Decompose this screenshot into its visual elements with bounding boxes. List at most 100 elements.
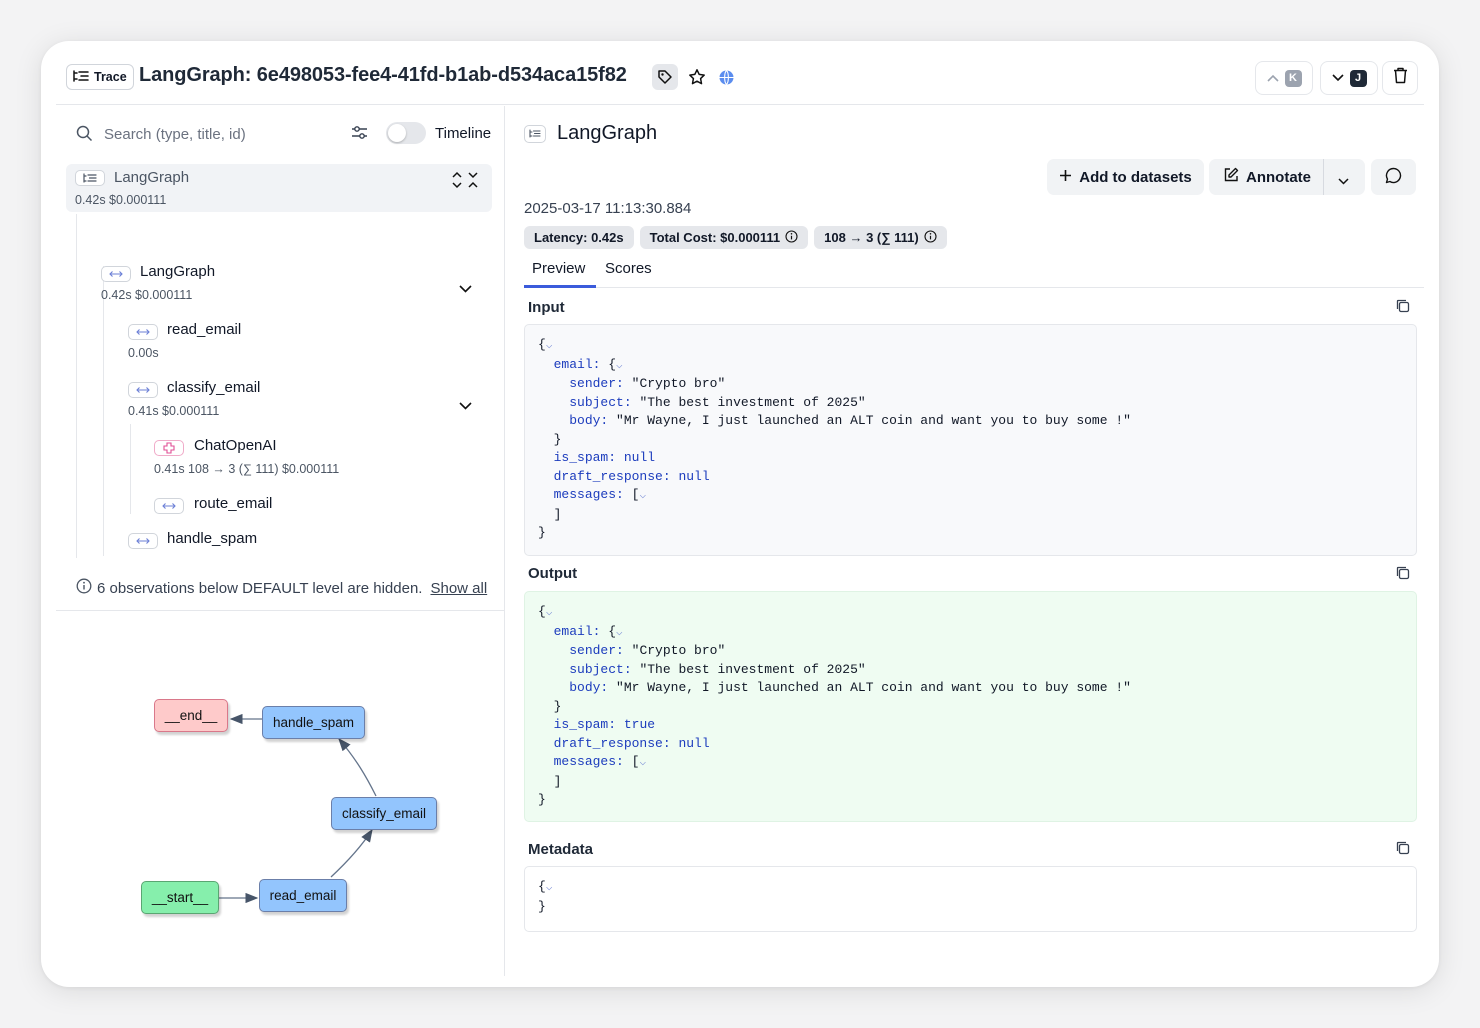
filter-settings-icon[interactable]	[351, 125, 368, 145]
copy-icon[interactable]	[1396, 566, 1410, 585]
trace-list-icon	[75, 170, 105, 186]
search-input[interactable]	[104, 122, 334, 146]
trace-title: LangGraph: 6e498053-fee4-41fd-b1ab-d534a…	[139, 64, 627, 86]
observation-detail-panel: LangGraph Add to datasets Annotate 2025-…	[506, 106, 1424, 976]
tree-item-meta: 0.42s $0.000111	[101, 288, 193, 302]
observation-tree-panel: Timeline LangGraph 0.42s $0.000111 LangG…	[56, 106, 505, 976]
span-arrows-icon	[128, 382, 158, 398]
input-subject: "The best investment of 2025"	[639, 394, 866, 410]
graph-node-handle-spam[interactable]: handle_spam	[262, 706, 365, 739]
trace-type-badge: Trace	[66, 64, 134, 90]
add-to-datasets-label: Add to datasets	[1079, 168, 1192, 186]
input-body: "Mr Wayne, I just launched an ALT coin a…	[616, 413, 1131, 428]
graph-node-classify-email[interactable]: classify_email	[331, 797, 437, 830]
info-icon	[785, 229, 798, 246]
observation-timestamp: 2025-03-17 11:13:30.884	[524, 200, 692, 217]
trace-header: Trace LangGraph: 6e498053-fee4-41fd-b1ab…	[56, 41, 1424, 105]
prev-shortcut-key: K	[1284, 69, 1302, 87]
next-shortcut-key: J	[1349, 69, 1367, 87]
tree-item-meta: 0.00s	[128, 346, 159, 360]
span-arrows-icon	[128, 324, 158, 340]
comment-icon	[1385, 167, 1402, 188]
trace-list-icon	[524, 124, 546, 143]
metadata-json-viewer[interactable]: {⌵ }	[524, 866, 1417, 932]
annotate-button[interactable]: Annotate	[1209, 159, 1365, 195]
tree-item-meta: 0.41s $0.000111	[128, 404, 220, 418]
hidden-notice-text: 6 observations below DEFAULT level are h…	[97, 579, 423, 597]
input-sender: "Crypto bro"	[631, 376, 726, 391]
annotate-label: Annotate	[1246, 168, 1311, 186]
trace-window: Trace LangGraph: 6e498053-fee4-41fd-b1ab…	[41, 41, 1439, 987]
span-arrows-icon	[128, 533, 158, 549]
tag-icon[interactable]	[652, 64, 678, 90]
tree-item-label: route_email	[194, 495, 273, 512]
generation-icon	[154, 440, 184, 456]
delete-button[interactable]	[1382, 61, 1418, 95]
tab-preview[interactable]: Preview	[532, 260, 585, 277]
detail-tabs: Preview Scores	[524, 254, 1424, 288]
tab-scores[interactable]: Scores	[605, 260, 652, 277]
langgraph-diagram: __end__ handle_spam classify_email __sta…	[56, 611, 505, 976]
copy-icon[interactable]	[1396, 299, 1410, 318]
observation-title: LangGraph	[557, 122, 658, 144]
graph-node-read-email[interactable]: read_email	[259, 879, 347, 912]
comment-button[interactable]	[1371, 159, 1416, 195]
chevron-down-icon[interactable]	[459, 397, 472, 415]
tree-item-label: LangGraph	[140, 263, 216, 280]
output-subject: "The best investment of 2025"	[639, 661, 866, 677]
tree-item-label: read_email	[167, 321, 242, 338]
hidden-observations-notice: 6 observations below DEFAULT level are h…	[76, 578, 487, 598]
plus-icon	[1059, 169, 1072, 186]
chevron-down-icon[interactable]	[1338, 172, 1349, 189]
output-label: Output	[528, 565, 578, 582]
tree-item-label: classify_email	[167, 379, 261, 396]
input-label: Input	[528, 299, 565, 316]
globe-icon[interactable]	[713, 64, 739, 90]
latency-badge: Latency: 0.42s	[524, 226, 634, 249]
input-draft-response: null	[678, 468, 710, 484]
show-all-link[interactable]: Show all	[430, 580, 487, 597]
star-icon[interactable]	[684, 64, 710, 90]
tree-item-meta: 0.42s $0.000111	[75, 193, 167, 207]
token-usage-badge[interactable]: 108 → 3 (∑ 111)	[814, 226, 947, 249]
edge-read-classify	[330, 828, 373, 878]
previous-trace-button[interactable]: K	[1255, 61, 1313, 95]
timeline-toggle[interactable]	[386, 122, 426, 144]
output-json-viewer[interactable]: {⌵ email: {⌵ sender: "Crypto bro" subjec…	[524, 591, 1417, 822]
add-to-datasets-button[interactable]: Add to datasets	[1047, 159, 1204, 195]
tree-search-bar: Timeline	[56, 106, 505, 162]
input-json-viewer[interactable]: {⌵ email: {⌵ sender: "Crypto bro" subjec…	[524, 324, 1417, 556]
output-is-spam: true	[623, 717, 656, 732]
graph-edges	[219, 713, 377, 904]
graph-node-start[interactable]: __start__	[141, 881, 219, 914]
output-body: "Mr Wayne, I just launched an ALT coin a…	[616, 680, 1131, 695]
chevron-down-icon[interactable]	[459, 280, 472, 298]
chevron-down-icon	[1331, 69, 1344, 87]
info-icon	[924, 229, 937, 246]
tree-item-label: LangGraph	[114, 169, 190, 186]
trace-badge-label: Trace	[94, 70, 127, 84]
total-cost-badge[interactable]: Total Cost: $0.000111	[639, 226, 809, 249]
copy-icon[interactable]	[1396, 841, 1410, 860]
edge-classify-handle-spam	[338, 738, 377, 797]
tree-item-root[interactable]: LangGraph 0.42s $0.000111	[66, 164, 492, 212]
tree-item-label: handle_spam	[167, 530, 258, 547]
metadata-label: Metadata	[528, 841, 594, 858]
expand-collapse-icon[interactable]	[451, 171, 479, 194]
output-sender: "Crypto bro"	[631, 643, 726, 658]
edit-icon	[1223, 167, 1239, 187]
output-draft-response: null	[678, 735, 710, 751]
span-arrows-icon	[101, 266, 131, 282]
tree-item-label: ChatOpenAI	[194, 437, 277, 454]
trash-icon	[1393, 67, 1408, 89]
trace-list-icon	[73, 69, 89, 85]
observation-title-row: LangGraph	[524, 122, 657, 145]
timeline-label: Timeline	[435, 125, 492, 142]
next-trace-button[interactable]: J	[1320, 61, 1378, 95]
tree-item-meta: 0.41s 108 → 3 (∑ 111) $0.000111	[154, 462, 340, 476]
info-icon	[76, 578, 92, 598]
active-tab-indicator	[524, 285, 596, 288]
metric-badges: Latency: 0.42s Total Cost: $0.000111 108…	[524, 226, 947, 249]
chevron-up-icon	[1266, 69, 1279, 87]
graph-node-end[interactable]: __end__	[154, 699, 228, 732]
